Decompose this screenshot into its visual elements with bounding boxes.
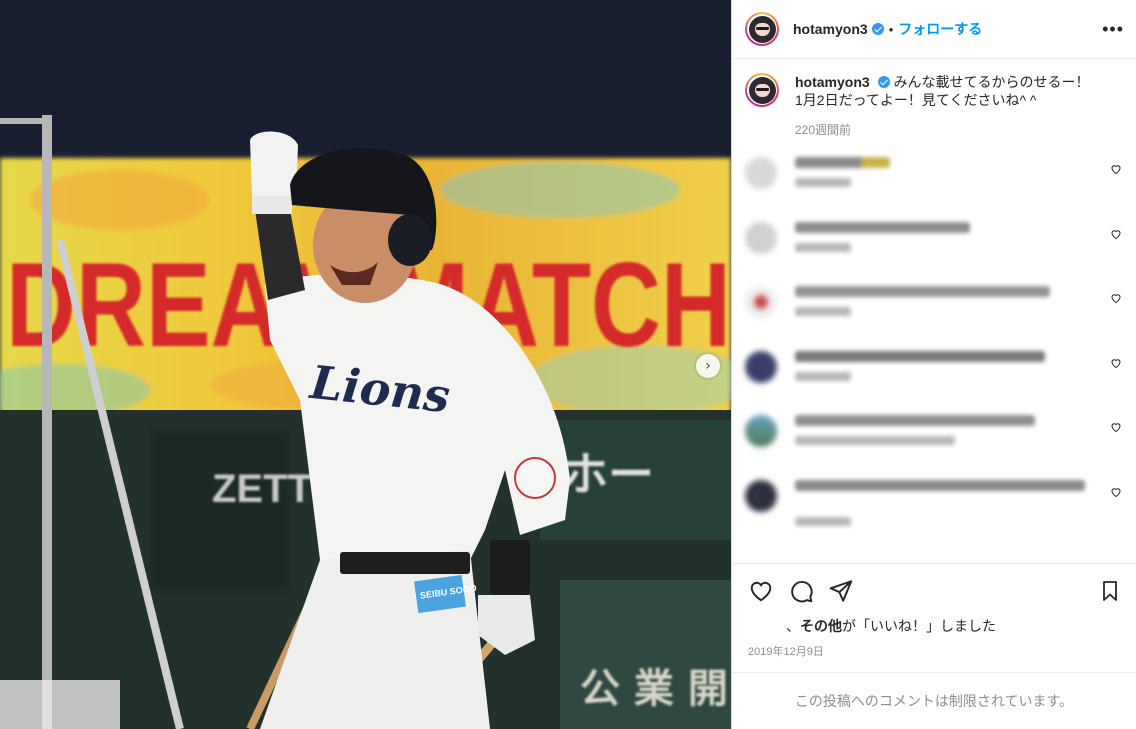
heart-icon[interactable]	[748, 578, 774, 604]
bookmark-icon[interactable]	[1098, 579, 1122, 603]
likes-others-link[interactable]: その他	[800, 618, 842, 634]
blurred-comment-text	[795, 479, 1085, 491]
sign-kaigyo: 公 業 開	[580, 666, 728, 712]
comment-avatar[interactable]	[745, 157, 777, 189]
caption-avatar[interactable]	[745, 73, 779, 107]
heart-icon[interactable]	[1110, 486, 1122, 498]
more-options-icon[interactable]: •••	[1102, 19, 1124, 40]
instagram-post-modal: DREAM MATCH ZETT ホー 公 業 開 Lions SEIBU SO…	[0, 0, 1136, 729]
next-photo-button[interactable]: ›	[696, 354, 720, 378]
photo-illustration: DREAM MATCH ZETT ホー 公 業 開 Lions SEIBU SO…	[0, 0, 731, 729]
comment-item	[745, 479, 1122, 545]
blurred-comment-text	[795, 157, 890, 168]
likes-summary: 、その他が「いいね！」しました	[748, 616, 1122, 636]
post-photo[interactable]: DREAM MATCH ZETT ホー 公 業 開 Lions SEIBU SO…	[0, 0, 731, 729]
comment-item	[745, 415, 1122, 480]
comment-avatar[interactable]	[745, 479, 777, 512]
blurred-comment-meta	[795, 516, 851, 526]
comments-area[interactable]: hotamyon3 みんな載せてるからのせるー！ 1月2日だってよー！見てくださ…	[732, 59, 1136, 563]
avatar-image	[748, 15, 776, 43]
post-side-panel: hotamyon3 • フォローする ••• hotamyon3 みんな載せてる…	[731, 0, 1136, 729]
post-header: hotamyon3 • フォローする •••	[732, 0, 1136, 59]
post-actions: 、その他が「いいね！」しました 2019年12月9日	[732, 563, 1136, 672]
caption-line-2: 1月2日だってよー！見てくださいね^ ^	[795, 92, 1037, 108]
author-avatar[interactable]	[745, 12, 779, 46]
avatar-image	[748, 76, 776, 104]
sign-zett: ZETT	[212, 467, 312, 511]
blurred-comment-text	[795, 415, 1035, 426]
sign-ho: ホー	[562, 447, 654, 501]
heart-icon[interactable]	[1110, 421, 1122, 433]
post-date[interactable]: 2019年12月9日	[748, 643, 1122, 659]
send-icon[interactable]	[828, 578, 854, 604]
caption-username[interactable]: hotamyon3	[795, 74, 870, 90]
author-username[interactable]: hotamyon3	[793, 21, 868, 37]
likes-prefix: 、	[786, 618, 800, 634]
separator-dot: •	[888, 21, 894, 37]
verified-badge-icon	[877, 76, 890, 88]
comment-item	[745, 221, 1122, 287]
follow-button[interactable]: フォローする	[898, 19, 982, 39]
blurred-comment-meta	[795, 178, 851, 187]
verified-badge-icon	[871, 23, 884, 35]
comments-restricted-footer: この投稿へのコメントは制限されています。	[732, 672, 1136, 729]
blurred-comment-text	[795, 286, 1050, 297]
restricted-text: この投稿へのコメントは制限されています。	[794, 693, 1074, 709]
caption-line-1: みんな載せてるからのせるー！	[893, 74, 1090, 90]
post-caption: hotamyon3 みんな載せてるからのせるー！ 1月2日だってよー！見てくださ…	[745, 73, 1122, 139]
likes-suffix: が「いいね！」しました	[842, 618, 996, 634]
comment-item	[745, 350, 1122, 416]
blurred-comment-text	[795, 350, 1045, 362]
comment-item	[745, 157, 1122, 222]
comment-avatar[interactable]	[745, 415, 777, 447]
comment-avatar[interactable]	[745, 286, 777, 318]
heart-icon[interactable]	[1110, 357, 1122, 369]
chevron-right-icon: ›	[705, 358, 711, 374]
comment-avatar[interactable]	[745, 350, 777, 383]
blurred-comment-meta	[795, 436, 955, 445]
heart-icon[interactable]	[1110, 228, 1122, 240]
heart-icon[interactable]	[1110, 292, 1122, 304]
blurred-comment-meta	[795, 371, 851, 381]
comment-icon[interactable]	[788, 578, 814, 604]
comment-avatar[interactable]	[745, 221, 777, 254]
blurred-comment-meta	[795, 307, 851, 316]
heart-icon[interactable]	[1110, 163, 1122, 175]
blurred-comment-meta	[795, 242, 851, 252]
blurred-comment-text	[795, 221, 970, 233]
comment-item	[745, 286, 1122, 351]
caption-time[interactable]: 220週間前	[795, 121, 1089, 139]
